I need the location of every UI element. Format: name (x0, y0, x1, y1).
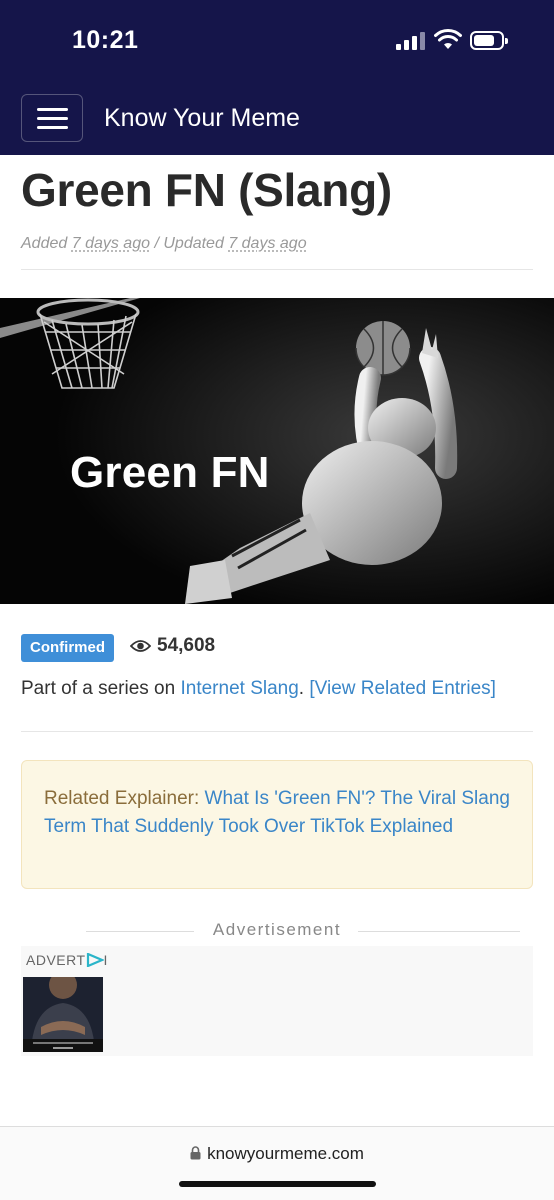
ad-tag-text: ADVERT (26, 952, 86, 968)
updated-time: 7 days ago (228, 235, 307, 252)
ad-play-icon[interactable] (86, 952, 105, 968)
explainer-label: Related Explainer: (44, 788, 200, 809)
status-time: 10:21 (72, 26, 139, 54)
updated-label: Updated (163, 235, 224, 252)
meta-divider: / (154, 235, 159, 252)
divider (21, 731, 533, 732)
view-related-entries-link[interactable]: [View Related Entries] (309, 678, 496, 699)
ad-person-illustration (23, 977, 103, 1052)
ad-thumbnail[interactable] (23, 977, 103, 1052)
cellular-signal-icon (396, 32, 426, 50)
view-count: 54,608 (130, 635, 215, 657)
added-label: Added (21, 235, 68, 252)
eye-icon (130, 640, 151, 652)
advertisement-label: Advertisement (212, 920, 342, 939)
series-link[interactable]: Internet Slang (180, 678, 298, 699)
url-text: knowyourmeme.com (207, 1144, 364, 1163)
site-name[interactable]: Know Your Meme (104, 104, 300, 133)
added-time: 7 days ago (71, 235, 150, 252)
hero-caption: Green FN (70, 448, 270, 497)
series-prefix: Part of a series on (21, 678, 176, 699)
status-badge[interactable]: Confirmed (21, 634, 114, 662)
hero-image: Green FN (0, 298, 554, 604)
view-count-value: 54,608 (157, 635, 216, 656)
battery-level (474, 35, 494, 46)
wifi-icon (434, 28, 462, 49)
entry-meta: Added 7 days ago / Updated 7 days ago (21, 235, 307, 253)
page-title: Green FN (Slang) (21, 164, 392, 216)
divider (21, 269, 533, 270)
related-explainer-box: Related Explainer: What Is 'Green FN'? T… (21, 760, 533, 889)
app-header: 10:21 Know Your Meme (0, 0, 554, 155)
series-line: Part of a series on Internet Slang. [Vie… (21, 678, 496, 700)
hamburger-menu-icon[interactable] (21, 94, 83, 142)
url-display[interactable]: knowyourmeme.com (0, 1144, 554, 1164)
series-period: . (298, 678, 305, 699)
ad-tag: ADVERT I (26, 952, 108, 968)
ad-tag-end: I (103, 952, 108, 968)
battery-icon (470, 31, 508, 50)
home-indicator[interactable] (179, 1181, 376, 1187)
lock-icon (190, 1146, 201, 1160)
